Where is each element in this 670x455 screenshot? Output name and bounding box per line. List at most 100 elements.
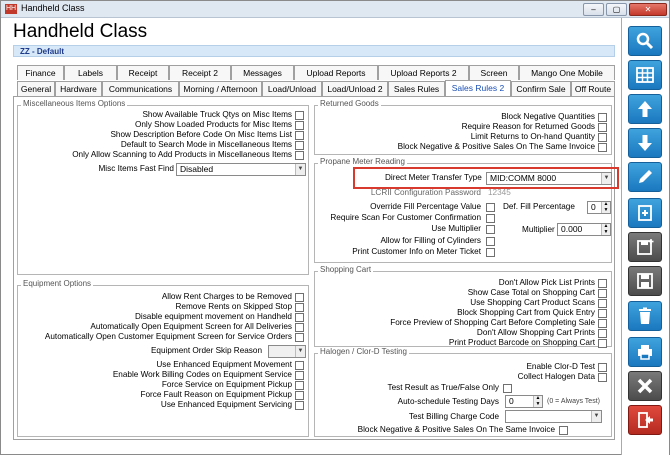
fast-find-select[interactable]: Disabled ▼ [176, 163, 306, 176]
equipment-option-checkbox[interactable] [295, 333, 304, 342]
allow-fill-checkbox[interactable] [486, 237, 495, 246]
add-disk-button[interactable] [628, 232, 662, 262]
add-document-button[interactable] [628, 198, 662, 228]
tab-receipt[interactable]: Receipt [117, 65, 169, 80]
def-fill-spinner[interactable]: 0 ▲ ▼ [587, 201, 611, 214]
delete-button[interactable] [628, 301, 662, 331]
cancel-button[interactable] [628, 371, 662, 401]
tab-load-unload[interactable]: Load/Unload [262, 81, 322, 96]
misc-option-label: Only Allow Scanning to Add Products in M… [72, 150, 292, 159]
equipment-option-checkbox[interactable] [295, 303, 304, 312]
true-false-checkbox[interactable] [503, 384, 512, 393]
misc-option-checkbox[interactable] [295, 131, 304, 140]
equipment-option-checkbox[interactable] [295, 381, 304, 390]
misc-items-title: Miscellaneous Items Options [21, 99, 128, 108]
tab-confirm-sale[interactable]: Confirm Sale [511, 81, 571, 96]
cart-option-checkbox[interactable] [598, 279, 607, 288]
cart-option-label: Use Shopping Cart Product Scans [470, 298, 595, 307]
require-scan-label: Require Scan For Customer Confirmation [330, 213, 481, 222]
returned-option-checkbox[interactable] [598, 133, 607, 142]
require-scan-checkbox[interactable] [486, 214, 495, 223]
tab-upload-reports-2[interactable]: Upload Reports 2 [378, 65, 469, 80]
spinner-arrows-icon[interactable]: ▲ ▼ [601, 223, 610, 235]
block-neg-pos-label: Block Negative & Positive Sales On The S… [357, 425, 555, 434]
equipment-option-checkbox[interactable] [295, 391, 304, 400]
equipment-option-checkbox[interactable] [295, 313, 304, 322]
save-button[interactable] [628, 266, 662, 296]
search-button[interactable] [628, 26, 662, 56]
search-icon [636, 32, 654, 50]
cart-option-checkbox[interactable] [598, 309, 607, 318]
tab-communications[interactable]: Communications [102, 81, 179, 96]
equipment-option-checkbox[interactable] [295, 401, 304, 410]
print-customer-checkbox[interactable] [486, 248, 495, 257]
misc-option-checkbox[interactable] [295, 111, 304, 120]
print-icon [638, 345, 652, 360]
maximize-button[interactable]: ▢ [606, 3, 627, 16]
block-neg-pos-checkbox[interactable] [559, 426, 568, 435]
returned-option-checkbox[interactable] [598, 113, 607, 122]
spinner-arrows-icon[interactable]: ▲ ▼ [601, 201, 610, 213]
tab-morning-afternoon[interactable]: Morning / Afternoon [179, 81, 262, 96]
minimize-button[interactable]: – [583, 3, 604, 16]
use-multiplier-checkbox[interactable] [486, 225, 495, 234]
equipment-option-label: Use Enhanced Equipment Servicing [160, 400, 292, 409]
misc-option-checkbox[interactable] [295, 121, 304, 130]
cart-option-label: Force Preview of Shopping Cart Before Co… [390, 318, 595, 327]
move-up-button[interactable] [628, 94, 662, 124]
multiplier-spinner[interactable]: 0.000 ▲ ▼ [557, 223, 611, 236]
cart-option-checkbox[interactable] [598, 289, 607, 298]
misc-option-label: Only Show Loaded Products for Misc Items [135, 120, 292, 129]
halogen-group: Halogen / Clor-D Testing Enable Clor-D T… [314, 347, 612, 437]
cart-option-checkbox[interactable] [598, 339, 607, 348]
misc-option-checkbox[interactable] [295, 141, 304, 150]
tab-sales-rules[interactable]: Sales Rules [388, 81, 445, 96]
spinner-arrows-icon[interactable]: ▲ ▼ [533, 395, 542, 407]
tab-hardware[interactable]: Hardware [55, 81, 102, 96]
window-title: Handheld Class [21, 3, 85, 13]
billing-code-label: Test Billing Charge Code [408, 412, 499, 421]
tab-general[interactable]: General [17, 81, 55, 96]
tab-receipt-2[interactable]: Receipt 2 [169, 65, 231, 80]
tab-labels[interactable]: Labels [64, 65, 117, 80]
equipment-option-checkbox[interactable] [295, 323, 304, 332]
tab-off-route[interactable]: Off Route [571, 81, 615, 96]
returned-option-label: Limit Returns to On-hand Quantity [470, 132, 595, 141]
tab-finance[interactable]: Finance [17, 65, 64, 80]
equipment-option-checkbox[interactable] [295, 371, 304, 380]
returned-option-label: Require Reason for Returned Goods [461, 122, 595, 131]
add-document-icon [638, 205, 652, 221]
returned-option-checkbox[interactable] [598, 143, 607, 152]
print-button[interactable] [628, 337, 662, 367]
auto-schedule-note: (0 = Always Test) [547, 398, 600, 405]
cart-option-checkbox[interactable] [598, 329, 607, 338]
exit-button[interactable] [628, 405, 662, 435]
close-button[interactable]: ✕ [629, 3, 667, 16]
override-fill-checkbox[interactable] [486, 203, 495, 212]
tab-screen[interactable]: Screen [469, 65, 519, 80]
tab-sales-rules-2[interactable]: Sales Rules 2 [445, 80, 511, 96]
cart-option-label: Block Shopping Cart from Quick Entry [457, 308, 595, 317]
lcrii-value: 12345 [488, 188, 511, 197]
tab-messages[interactable]: Messages [231, 65, 294, 80]
returned-option-checkbox[interactable] [598, 123, 607, 132]
equipment-option-checkbox[interactable] [295, 293, 304, 302]
grid-button[interactable] [628, 60, 662, 90]
cart-option-checkbox[interactable] [598, 299, 607, 308]
misc-option-label: Show Description Before Code On Misc Ite… [110, 130, 292, 139]
collect-halogen-checkbox[interactable] [598, 373, 607, 382]
equipment-option-checkbox[interactable] [295, 361, 304, 370]
misc-option-checkbox[interactable] [295, 151, 304, 160]
edit-button[interactable] [628, 162, 662, 192]
skip-reason-select[interactable]: ▼ [268, 345, 306, 358]
tab-load-unload-2[interactable]: Load/Unload 2 [322, 81, 388, 96]
move-down-button[interactable] [628, 128, 662, 158]
auto-schedule-spinner[interactable]: 0 ▲ ▼ [505, 395, 543, 408]
returned-option-label: Block Negative Quantities [501, 112, 595, 121]
cart-option-checkbox[interactable] [598, 319, 607, 328]
billing-code-select[interactable]: ▼ [505, 410, 602, 423]
propane-title: Propane Meter Reading [318, 157, 407, 166]
enable-clor-d-checkbox[interactable] [598, 363, 607, 372]
tab-mango-one-mobile[interactable]: Mango One Mobile [519, 65, 615, 80]
tab-upload-reports[interactable]: Upload Reports [294, 65, 378, 80]
